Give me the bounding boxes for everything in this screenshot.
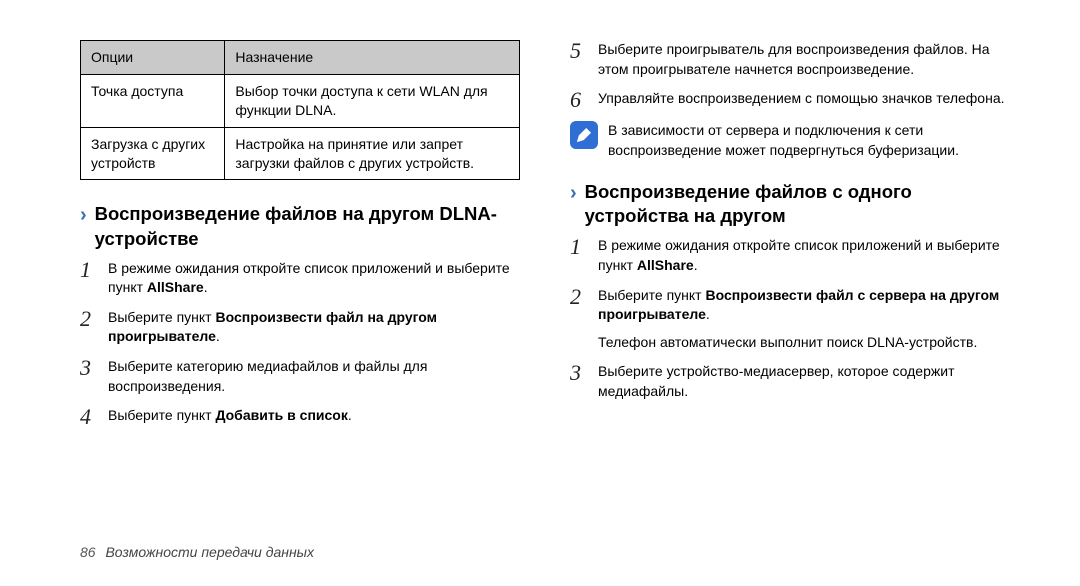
section-head-right: › Воспроизведение файлов с одного устрой… [570,180,1010,228]
chevron-right-icon: › [80,204,87,227]
step-text: Выберите пункт [108,309,215,325]
step-number: 2 [80,308,98,347]
step-text: . [706,306,710,322]
step: 5 Выберите проигрыватель для воспроизвед… [570,40,1010,79]
step-body: Выберите устройство-медиасервер, которое… [598,362,1010,401]
step: 6 Управляйте воспроизведением с помощью … [570,89,1010,111]
step-number: 1 [80,259,98,298]
step: 2 Выберите пункт Воспроизвести файл на д… [80,308,520,347]
step: 1 В режиме ожидания откройте список прил… [570,236,1010,275]
right-column: 5 Выберите проигрыватель для воспроизвед… [570,40,1010,438]
steps-left: 1 В режиме ожидания откройте список прил… [80,259,520,429]
step-number: 4 [80,406,98,428]
steps-right: 1 В режиме ожидания откройте список прил… [570,236,1010,401]
step: 2 Выберите пункт Воспроизвести файл с се… [570,286,1010,353]
columns: Опции Назначение Точка доступа Выбор точ… [80,40,1010,438]
note: В зависимости от сервера и подключения к… [570,121,1010,160]
step-body: Выберите категорию медиафайлов и файлы д… [108,357,520,396]
step-subtext: Телефон автоматически выполнит поиск DLN… [598,333,1010,353]
td-purpose: Настройка на принятие или запрет загрузк… [225,127,520,180]
page-number: 86 [80,544,96,560]
step-number: 6 [570,89,588,111]
page: Опции Назначение Точка доступа Выбор точ… [0,0,1080,586]
step: 4 Выберите пункт Добавить в список. [80,406,520,428]
step-bold: AllShare [637,257,694,273]
step-text: . [348,407,352,423]
step-text: Выберите пункт [598,287,705,303]
th-options: Опции [81,41,225,75]
step-body: Выберите пункт Добавить в список. [108,406,520,428]
step-bold: Добавить в список [215,407,347,423]
td-option: Точка доступа [81,74,225,127]
footer: 86 Возможности передачи данных [80,544,314,560]
step-body: В режиме ожидания откройте список прилож… [108,259,520,298]
step-bold: AllShare [147,279,204,295]
step-number: 3 [80,357,98,396]
options-table: Опции Назначение Точка доступа Выбор точ… [80,40,520,180]
section-title-left: Воспроизведение файлов на другом DLNA-ус… [95,202,520,250]
step-body: Выберите пункт Воспроизвести файл с серв… [598,286,1010,353]
step-number: 1 [570,236,588,275]
chevron-right-icon: › [570,182,577,205]
step: 3 Выберите устройство-медиасервер, котор… [570,362,1010,401]
left-column: Опции Назначение Точка доступа Выбор точ… [80,40,520,438]
step-number: 3 [570,362,588,401]
note-icon [570,121,598,149]
section-title-right: Воспроизведение файлов с одного устройст… [585,180,1010,228]
step-body: Выберите пункт Воспроизвести файл на дру… [108,308,520,347]
section-head-left: › Воспроизведение файлов на другом DLNA-… [80,202,520,250]
step-text: . [216,328,220,344]
step-text: . [204,279,208,295]
table-row: Загрузка с других устройств Настройка на… [81,127,520,180]
td-purpose: Выбор точки доступа к сети WLAN для функ… [225,74,520,127]
step-text: Выберите пункт [108,407,215,423]
step-body: Выберите проигрыватель для воспроизведен… [598,40,1010,79]
step-body: В режиме ожидания откройте список прилож… [598,236,1010,275]
step: 1 В режиме ожидания откройте список прил… [80,259,520,298]
step: 3 Выберите категорию медиафайлов и файлы… [80,357,520,396]
th-purpose: Назначение [225,41,520,75]
table-row: Точка доступа Выбор точки доступа к сети… [81,74,520,127]
step-text: . [694,257,698,273]
step-body: Управляйте воспроизведением с помощью зн… [598,89,1010,111]
note-text: В зависимости от сервера и подключения к… [608,121,1010,160]
step-number: 2 [570,286,588,353]
td-option: Загрузка с других устройств [81,127,225,180]
step-number: 5 [570,40,588,79]
footer-text: Возможности передачи данных [105,544,314,560]
